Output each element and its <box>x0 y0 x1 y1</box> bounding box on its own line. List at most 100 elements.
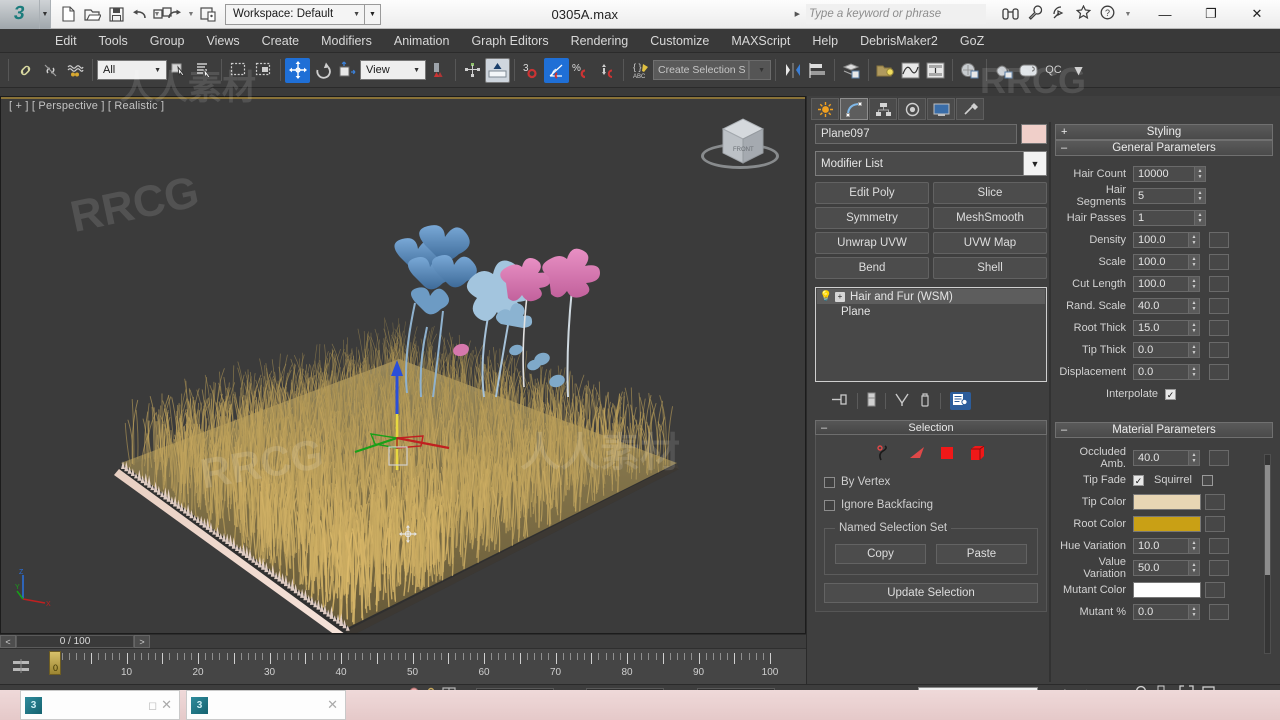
use-selection-center-icon[interactable] <box>460 58 485 83</box>
quick-render-icon[interactable]: QC <box>1041 58 1066 83</box>
wrench-icon[interactable] <box>1028 5 1043 23</box>
make-unique-icon[interactable] <box>895 393 910 410</box>
create-tab[interactable] <box>811 98 839 120</box>
spinner-snap-toggle-icon[interactable] <box>594 58 619 83</box>
styling-rollout-header[interactable]: + Styling <box>1055 124 1273 140</box>
menu-item-create[interactable]: Create <box>251 29 311 53</box>
close-button[interactable]: ✕ <box>1234 0 1280 29</box>
mutant-color-map-button[interactable] <box>1205 582 1225 598</box>
use-pivot-point-center-icon[interactable] <box>426 58 451 83</box>
value-variation-map-button[interactable] <box>1209 560 1229 576</box>
general-param-map-button[interactable] <box>1209 254 1229 270</box>
general-param-spinner[interactable]: ▲▼ <box>1189 320 1200 336</box>
general-param-spinner[interactable]: ▲▼ <box>1189 276 1200 292</box>
modifier-stack-item-plane[interactable]: Plane <box>817 304 1045 319</box>
taskbar-snap-icon[interactable] <box>152 4 174 26</box>
menu-item-rendering[interactable]: Rendering <box>560 29 640 53</box>
show-end-result-icon[interactable] <box>867 392 876 410</box>
align-icon[interactable] <box>805 58 830 83</box>
menu-item-maxscript[interactable]: MAXScript <box>720 29 801 53</box>
satellite-icon[interactable] <box>1052 5 1067 23</box>
hair-sub-object-icon[interactable] <box>908 445 925 464</box>
help-dropdown-icon[interactable]: ▼ <box>1124 11 1132 18</box>
ignore-backfacing-checkbox[interactable] <box>824 500 835 511</box>
taskbar-window-1[interactable]: 3 ◻ ✕ <box>20 690 180 720</box>
general-param-map-button[interactable] <box>1209 298 1229 314</box>
select-by-name-icon[interactable] <box>192 58 217 83</box>
search-input[interactable]: Type a keyword or phrase <box>806 4 986 24</box>
object-color-swatch[interactable] <box>1021 124 1047 144</box>
value-variation-input[interactable]: 50.0 <box>1133 560 1189 576</box>
general-param-input[interactable]: 15.0 <box>1133 320 1189 336</box>
app-logo-icon[interactable]: 3 <box>0 0 40 29</box>
mirror-icon[interactable] <box>780 58 805 83</box>
general-param-input[interactable]: 1 <box>1133 210 1195 226</box>
open-minicurve-editor-icon[interactable] <box>8 655 34 677</box>
tip-fade-checkbox[interactable]: ✓ <box>1133 475 1144 486</box>
modifier-button-unwrap-uvw[interactable]: Unwrap UVW <box>815 232 929 254</box>
motion-tab[interactable] <box>898 98 926 120</box>
select-region-icon[interactable] <box>226 58 251 83</box>
general-param-spinner[interactable]: ▲▼ <box>1189 232 1200 248</box>
mutant-color-swatch[interactable] <box>1133 582 1201 598</box>
bind-spacewarp-icon[interactable] <box>63 58 88 83</box>
expand-plus-icon[interactable]: + <box>835 292 845 302</box>
workspace-selector[interactable]: Workspace: Default ▼ <box>225 4 365 25</box>
general-param-input[interactable]: 10000 <box>1133 166 1195 182</box>
tip-color-swatch[interactable] <box>1133 494 1201 510</box>
modifier-button-uvw-map[interactable]: UVW Map <box>933 232 1047 254</box>
material-editor-icon[interactable] <box>957 58 982 83</box>
menu-item-customize[interactable]: Customize <box>639 29 720 53</box>
select-and-scale-icon[interactable] <box>335 58 360 83</box>
edit-named-selection-sets-icon[interactable]: { }ABC <box>628 58 653 83</box>
hierarchy-tab[interactable] <box>869 98 897 120</box>
menu-item-animation[interactable]: Animation <box>383 29 461 53</box>
selection-rollout-header[interactable]: – Selection <box>815 420 1047 435</box>
project-folder-icon[interactable] <box>197 3 219 25</box>
viewcube[interactable]: FRONT <box>697 113 783 179</box>
root-color-swatch[interactable] <box>1133 516 1201 532</box>
tip-color-map-button[interactable] <box>1205 494 1225 510</box>
modifier-button-slice[interactable]: Slice <box>933 182 1047 204</box>
squirrel-checkbox[interactable] <box>1202 475 1213 486</box>
select-link-icon[interactable] <box>13 58 38 83</box>
restore-icon[interactable]: ◻ <box>148 699 161 712</box>
mutant-percent-input[interactable]: 0.0 <box>1133 604 1189 620</box>
render-frame-window-icon[interactable] <box>1016 58 1041 83</box>
perspective-viewport[interactable]: [ + ] [ Perspective ] [ Realistic ] <box>0 96 806 634</box>
general-param-map-button[interactable] <box>1209 342 1229 358</box>
previous-frame-arrow[interactable]: < <box>0 635 16 648</box>
modifier-stack[interactable]: 💡 + Hair and Fur (WSM) Plane <box>815 287 1047 382</box>
configure-modifier-sets-icon[interactable] <box>950 392 971 410</box>
close-icon[interactable]: ✕ <box>161 697 175 713</box>
move-gizmo[interactable] <box>351 352 461 482</box>
layer-manager-icon[interactable] <box>839 58 864 83</box>
polygon-sub-object-icon[interactable] <box>969 445 986 464</box>
general-param-spinner[interactable]: ▲▼ <box>1189 254 1200 270</box>
select-and-move-icon[interactable] <box>285 58 310 83</box>
guides-sub-object-icon[interactable] <box>877 445 894 464</box>
toolbar-overflow-icon[interactable]: ▼ <box>1066 58 1091 83</box>
general-param-map-button[interactable] <box>1209 320 1229 336</box>
hue-variation-spinner[interactable]: ▲▼ <box>1189 538 1200 554</box>
modifier-button-symmetry[interactable]: Symmetry <box>815 207 929 229</box>
interpolate-row[interactable]: Interpolate ✓ <box>1055 384 1273 404</box>
pin-stack-icon[interactable] <box>831 393 848 409</box>
app-menu-caret-icon[interactable]: ▼ <box>40 0 51 29</box>
search-expand-icon[interactable]: ▶ <box>789 10 806 18</box>
create-selection-set-input[interactable]: Create Selection S <box>653 60 749 80</box>
binoculars-icon[interactable] <box>1002 6 1019 23</box>
mutant-percent-spinner[interactable]: ▲▼ <box>1189 604 1200 620</box>
general-param-input[interactable]: 40.0 <box>1133 298 1189 314</box>
general-param-map-button[interactable] <box>1209 232 1229 248</box>
general-param-input[interactable]: 0.0 <box>1133 364 1189 380</box>
track-bar[interactable]: 102030405060708090100 0 <box>0 648 806 684</box>
percent-snap-toggle-icon[interactable]: % <box>569 58 594 83</box>
minimize-button[interactable]: — <box>1142 0 1188 29</box>
menu-item-tools[interactable]: Tools <box>88 29 139 53</box>
curve-editor-icon[interactable] <box>898 58 923 83</box>
undo-icon[interactable] <box>129 3 151 25</box>
modifier-stack-item-hair-and-fur[interactable]: 💡 + Hair and Fur (WSM) <box>817 289 1045 304</box>
modifier-list-dropdown[interactable]: Modifier List ▼ <box>815 151 1047 176</box>
by-vertex-row[interactable]: By Vertex <box>824 476 1038 488</box>
